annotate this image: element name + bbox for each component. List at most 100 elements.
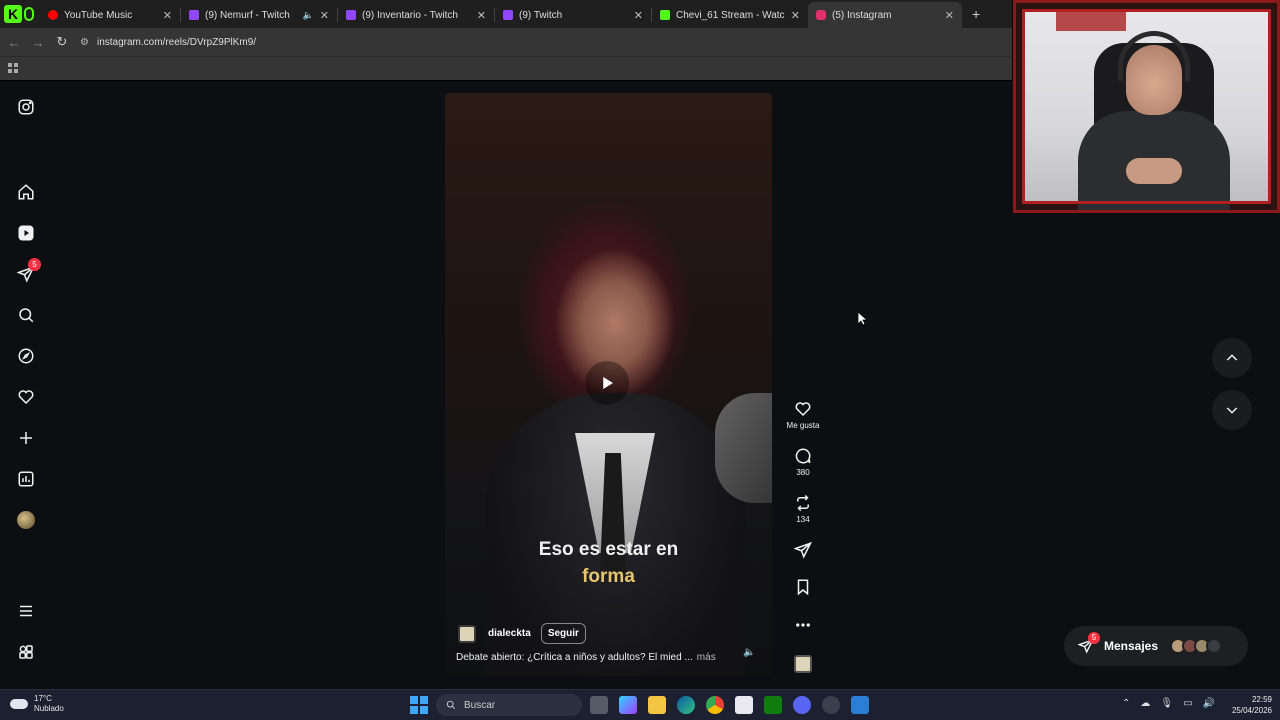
video-microphone	[715, 393, 772, 503]
notifications-heart-icon[interactable]	[16, 387, 36, 407]
author-name[interactable]: dialeckta	[488, 628, 531, 639]
chevron-down-icon	[1226, 407, 1238, 414]
next-reel-button[interactable]	[1212, 390, 1252, 430]
close-tab-icon[interactable]: ✕	[163, 9, 172, 22]
close-tab-icon[interactable]: ✕	[791, 9, 800, 22]
close-tab-icon[interactable]: ✕	[477, 9, 486, 22]
site-settings-icon[interactable]: ⚙	[80, 37, 89, 48]
more-dots-icon	[796, 623, 810, 627]
tab-instagram[interactable]: (5) Instagram ✕	[808, 2, 962, 28]
kick-icon	[660, 10, 670, 20]
direct-messages-icon[interactable]: 5	[16, 258, 41, 284]
chevron-up-icon[interactable]: ⌃	[1122, 698, 1130, 709]
kick-extension-icon[interactable]: K	[4, 5, 22, 23]
instagram-icon	[816, 10, 826, 20]
reels-icon[interactable]	[16, 223, 36, 243]
taskbar-clock[interactable]: 22:59 25/04/2026	[1222, 694, 1272, 716]
tab-twitch[interactable]: (9) Twitch ✕	[495, 2, 651, 28]
volume-icon[interactable]: 🔈	[743, 647, 755, 658]
url-field[interactable]: instagram.com/reels/DVrpZ9PlKm9/	[97, 37, 256, 48]
profile-avatar[interactable]	[16, 510, 36, 530]
more-link[interactable]: más	[697, 652, 716, 663]
copilot-icon[interactable]	[619, 696, 637, 714]
xbox-icon[interactable]	[764, 696, 782, 714]
author-avatar[interactable]	[458, 624, 476, 643]
tab-kick-stream[interactable]: Chevi_61 Stream - Watch Live o ✕	[652, 2, 808, 28]
reload-icon[interactable]: ↻	[50, 34, 74, 50]
menu-hamburger-icon[interactable]	[16, 601, 36, 621]
comment-icon	[795, 448, 811, 464]
discord-icon[interactable]	[793, 696, 811, 714]
tab-title: (9) Twitch	[519, 9, 563, 21]
follow-button[interactable]: Seguir	[540, 623, 586, 644]
bookmark-icon	[797, 579, 809, 596]
apps-grid-icon[interactable]	[8, 63, 18, 73]
microsoft-store-icon[interactable]	[735, 696, 753, 714]
repost-action[interactable]: 134	[782, 494, 824, 524]
extension-icon[interactable]	[24, 7, 34, 21]
tab-title: (9) Nemurf - Twitch	[205, 9, 290, 21]
comment-action[interactable]: 380	[782, 447, 824, 477]
audio-thumbnail[interactable]	[794, 655, 812, 673]
weather-temp: 17°C	[34, 694, 52, 703]
tab-nemurf-twitch[interactable]: (9) Nemurf - Twitch 🔈 ✕	[181, 2, 337, 28]
tab-title: (9) Inventario - Twitch	[362, 9, 458, 21]
microphone-icon[interactable]: 🎙	[1160, 698, 1173, 709]
instagram-logo-icon[interactable]	[16, 97, 36, 117]
home-icon[interactable]	[16, 182, 36, 202]
like-action[interactable]: Me gusta	[782, 400, 824, 430]
onedrive-icon[interactable]: ☁	[1140, 698, 1150, 709]
previous-reel-button[interactable]	[1212, 338, 1252, 378]
close-tab-icon[interactable]: ✕	[634, 9, 643, 22]
weather-widget[interactable]: 17°C Nublado	[10, 694, 64, 714]
display-icon[interactable]: ▭	[1183, 698, 1192, 709]
webcam-overlay	[1013, 0, 1280, 213]
tab-youtube-music[interactable]: YouTube Music ✕	[40, 2, 180, 28]
search-icon[interactable]	[16, 305, 36, 325]
edge-icon[interactable]	[677, 696, 695, 714]
share-icon	[794, 541, 812, 559]
author-row: dialeckta Seguir	[458, 623, 586, 644]
task-view-icon[interactable]	[590, 696, 608, 714]
meta-apps-icon[interactable]	[16, 642, 36, 662]
reposts-count: 134	[796, 515, 810, 524]
video-caption-line1: Eso es estar en	[538, 539, 679, 560]
dashboard-icon[interactable]	[16, 469, 36, 489]
create-plus-icon[interactable]	[16, 428, 36, 448]
video-caption-line2: forma	[582, 566, 635, 587]
youtube-music-icon	[48, 10, 58, 20]
close-tab-icon[interactable]: ✕	[320, 9, 329, 22]
tab-inventario-twitch[interactable]: (9) Inventario - Twitch ✕	[338, 2, 494, 28]
new-tab-button[interactable]: +	[962, 6, 990, 28]
speaker-icon[interactable]: 🔈	[303, 10, 314, 21]
description-text: Debate abierto: ¿Crítica a niños y adult…	[456, 652, 693, 663]
bookmarks-bar	[0, 56, 1012, 80]
more-options-action[interactable]	[782, 616, 824, 634]
taskbar-search[interactable]: Buscar	[436, 694, 582, 716]
twitch-icon	[189, 10, 199, 20]
weather-desc: Nublado	[34, 704, 64, 713]
like-label: Me gusta	[786, 421, 820, 430]
save-action[interactable]	[782, 578, 824, 596]
heart-icon	[795, 402, 811, 417]
steam-icon[interactable]	[822, 696, 840, 714]
chrome-icon[interactable]	[706, 696, 724, 714]
messages-label: Mensajes	[1104, 639, 1159, 653]
address-bar-row: ← → ↻ ⚙ instagram.com/reels/DVrpZ9PlKm9/	[0, 28, 1012, 56]
back-icon[interactable]: ←	[2, 35, 26, 50]
shield-app-icon[interactable]	[851, 696, 869, 714]
share-action[interactable]	[782, 541, 824, 559]
system-tray: ⌃ ☁ 🎙 ▭ 🔊	[1122, 698, 1215, 709]
forward-icon[interactable]: →	[26, 35, 50, 50]
windows-start-icon[interactable]	[410, 696, 428, 714]
play-icon[interactable]	[585, 361, 629, 405]
messages-button[interactable]: 5 Mensajes	[1064, 626, 1248, 666]
reel-video[interactable]: Eso es estar en forma dialeckta Seguir D…	[445, 93, 772, 676]
volume-icon[interactable]: 🔊	[1203, 698, 1215, 709]
instagram-sidebar: 5	[0, 81, 52, 689]
windows-taskbar: 17°C Nublado Buscar ⌃ ☁ 🎙 ▭ 🔊 22:59 25/0…	[0, 689, 1280, 720]
explore-icon[interactable]	[16, 346, 36, 366]
close-tab-icon[interactable]: ✕	[945, 9, 954, 22]
file-explorer-icon[interactable]	[648, 696, 666, 714]
mouse-cursor-icon	[858, 312, 868, 326]
